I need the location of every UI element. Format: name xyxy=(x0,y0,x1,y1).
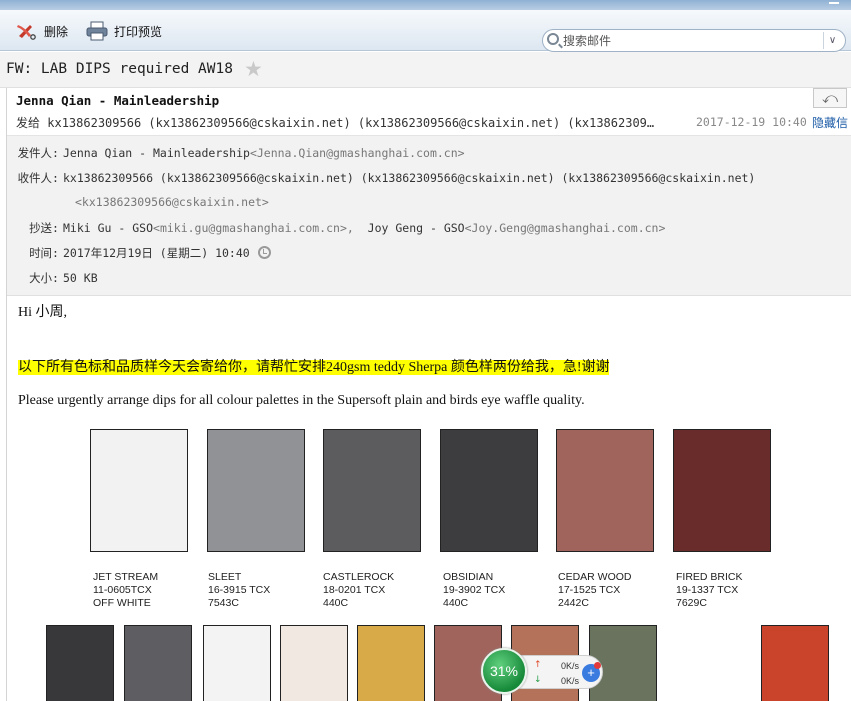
from-name[interactable]: Jenna Qian - Mainleadership xyxy=(63,146,250,160)
time-label: 时间: xyxy=(29,246,59,260)
to-prefix: 发给 xyxy=(16,116,41,130)
color-swatch xyxy=(673,429,771,552)
cc-address-1[interactable]: <miki.gu@gmashanghai.com.cn>, xyxy=(153,221,354,235)
usage-ball[interactable]: 31% xyxy=(481,648,527,694)
swatch-code: 19-3902 TCX xyxy=(443,584,506,596)
swatch-label: CASTLEROCK 18-0201 TCX 440C xyxy=(323,571,394,610)
instruction-line: Please urgently arrange dips for all col… xyxy=(18,393,585,408)
detail-from-row: 发件人: Jenna Qian - Mainleadership<Jenna.Qi… xyxy=(7,145,465,161)
swatch-extra: 440C xyxy=(323,597,349,609)
from-address[interactable]: <Jenna.Qian@gmashanghai.com.cn> xyxy=(250,146,465,160)
greeting-line: Hi 小周, xyxy=(18,305,67,320)
search-input[interactable] xyxy=(563,32,813,49)
color-swatch xyxy=(90,429,188,552)
swatch-name: CEDAR WOOD xyxy=(558,571,632,583)
upload-speed: 0K/s xyxy=(561,661,580,671)
swatch-extra: 7543C xyxy=(208,597,239,609)
swatch-extra: 440C xyxy=(443,597,469,609)
color-swatch xyxy=(46,625,114,701)
swatch-label: JET STREAM 11-0605TCX OFF WHITE xyxy=(93,571,158,610)
search-box: ∨ xyxy=(542,29,846,52)
download-speed: 0K/s xyxy=(561,676,580,686)
toolbar: 删除 打印预览 ∨ xyxy=(0,10,851,52)
swatch-code: 19-1337 TCX xyxy=(676,584,739,596)
cc-name-2[interactable]: Joy Geng - GSO xyxy=(368,221,465,235)
print-preview-button[interactable]: 打印预览 xyxy=(86,20,162,42)
reply-button[interactable]: ⤺ xyxy=(813,88,847,108)
star-icon[interactable]: ★ xyxy=(244,57,263,81)
cc-name-1[interactable]: Miki Gu - GSO xyxy=(63,221,153,235)
window-top-strip xyxy=(0,0,851,10)
color-swatch xyxy=(323,429,421,552)
swatch-code: 11-0605TCX xyxy=(93,584,152,596)
color-swatch xyxy=(207,429,305,552)
download-arrow-icon: ↓ xyxy=(534,675,542,685)
swatch-label: CEDAR WOOD 17-1525 TCX 2442C xyxy=(558,571,632,610)
swatch-code: 17-1525 TCX xyxy=(558,584,621,596)
from-label: 发件人: xyxy=(17,146,59,160)
minimize-icon[interactable] xyxy=(829,2,839,4)
reply-icon: ⤺ xyxy=(821,89,839,107)
upload-arrow-icon: ↑ xyxy=(534,660,542,670)
detail-to-row: 收件人: kx13862309566 (kx13862309566@cskaixi… xyxy=(7,170,756,186)
to-list[interactable]: kx13862309566 (kx13862309566@cskaixin.ne… xyxy=(63,171,755,185)
network-speed-widget[interactable]: 31% ↑ ↓ 0K/s 0K/s + xyxy=(481,648,605,696)
color-swatch xyxy=(124,625,192,701)
swatch-label: SLEET 16-3915 TCX 7543C xyxy=(208,571,270,610)
hide-details-link[interactable]: 隐藏信 xyxy=(812,114,848,131)
message-date: 2017-12-19 10:40 xyxy=(696,115,807,129)
swatch-label: FIRED BRICK 19-1337 TCX 7629C xyxy=(676,571,743,610)
detail-time-row: 时间: 2017年12月19日 (星期二) 10:40 xyxy=(7,245,271,261)
to-recipients: kx13862309566 (kx13862309566@cskaixin.ne… xyxy=(47,116,656,130)
chevron-down-icon[interactable]: ∨ xyxy=(823,32,841,49)
color-swatch xyxy=(556,429,654,552)
history-icon[interactable] xyxy=(257,246,271,259)
color-swatch xyxy=(761,625,829,701)
color-swatch xyxy=(357,625,425,701)
search-icon[interactable] xyxy=(547,33,559,45)
swatch-code: 18-0201 TCX xyxy=(323,584,386,596)
swatch-name: CASTLEROCK xyxy=(323,571,395,583)
detail-size-row: 大小: 50 KB xyxy=(7,270,98,286)
color-swatch xyxy=(440,429,538,552)
to-label: 收件人: xyxy=(17,171,59,185)
swatch-name: SLEET xyxy=(208,571,242,583)
delete-label: 删除 xyxy=(44,24,69,39)
cc-address-2[interactable]: <Joy.Geng@gmashanghai.com.cn> xyxy=(465,221,666,235)
color-swatch xyxy=(203,625,271,701)
highlighted-text: 以下所有色标和品质样今天会寄给你，请帮忙安排240gsm teddy Sherp… xyxy=(18,360,610,375)
highlight-line: 以下所有色标和品质样今天会寄给你，请帮忙安排240gsm teddy Sherp… xyxy=(18,356,610,376)
subject-bar: FW: LAB DIPS required AW18 ★ xyxy=(0,52,851,88)
delete-button[interactable]: 删除 xyxy=(16,20,68,42)
print-preview-label: 打印预览 xyxy=(114,24,163,39)
to-address[interactable]: <kx13862309566@cskaixin.net> xyxy=(75,195,269,209)
time-value: 2017年12月19日 (星期二) 10:40 xyxy=(63,246,250,260)
size-value: 50 KB xyxy=(63,271,98,285)
swatch-extra: OFF WHITE xyxy=(93,597,151,609)
notification-dot xyxy=(594,662,601,669)
email-subject: FW: LAB DIPS required AW18 xyxy=(6,61,233,77)
detail-cc-row: 抄送: Miki Gu - GSO<miki.gu@gmashanghai.com… xyxy=(7,220,665,236)
swatch-extra: 7629C xyxy=(676,597,707,609)
sender-name: Jenna Qian - Mainleadership xyxy=(16,93,220,108)
cc-label: 抄送: xyxy=(29,221,59,235)
swatch-label: OBSIDIAN 19-3902 TCX 440C xyxy=(443,571,505,610)
swatch-name: FIRED BRICK xyxy=(676,571,743,583)
swatch-name: OBSIDIAN xyxy=(443,571,494,583)
message-details: 发件人: Jenna Qian - Mainleadership<Jenna.Qi… xyxy=(7,135,851,296)
swatch-code: 16-3915 TCX xyxy=(208,584,271,596)
printer-icon xyxy=(86,21,108,41)
detail-to-address-row: <kx13862309566@cskaixin.net> xyxy=(75,195,269,209)
recipients-summary: 发给 kx13862309566 (kx13862309566@cskaixin… xyxy=(16,114,656,131)
size-label: 大小: xyxy=(29,271,59,285)
color-swatch xyxy=(280,625,348,701)
swatch-name: JET STREAM xyxy=(93,571,159,583)
swatch-extra: 2442C xyxy=(558,597,589,609)
delete-icon xyxy=(16,21,38,41)
